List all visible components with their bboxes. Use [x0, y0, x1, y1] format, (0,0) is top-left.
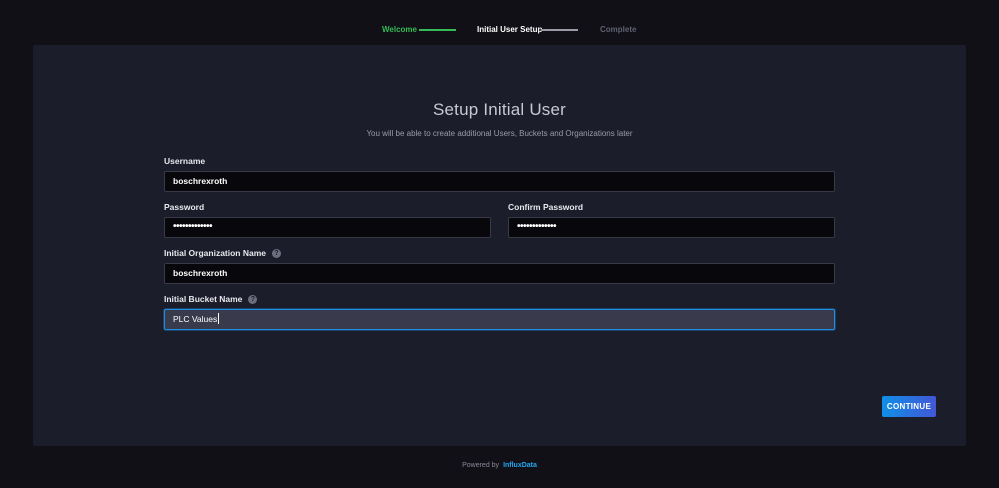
setup-stepper: Welcome Initial User Setup Complete — [0, 0, 999, 45]
bucket-name-label: Initial Bucket Name ? — [164, 294, 258, 304]
password-input[interactable]: ••••••••••••• — [164, 217, 491, 238]
page-subtitle: You will be able to create additional Us… — [366, 129, 633, 138]
step-initial-user-setup: Initial User Setup — [477, 25, 543, 34]
org-name-help-icon[interactable]: ? — [272, 248, 282, 258]
footer: Powered by InfluxData — [0, 462, 999, 469]
setup-panel: Setup Initial User You will be able to c… — [33, 45, 966, 446]
org-name-label: Initial Organization Name ? — [164, 248, 282, 258]
page-title: Setup Initial User — [432, 100, 567, 119]
username-label-text: Username — [164, 156, 206, 166]
influxdata-link[interactable]: InfluxData — [503, 462, 537, 469]
username-input[interactable]: boschrexroth — [164, 171, 835, 192]
bucket-name-input[interactable]: PLC Values — [164, 309, 835, 330]
confirm-password-label: Confirm Password — [508, 202, 583, 212]
step-connector-1 — [419, 29, 456, 31]
text-caret — [218, 313, 220, 325]
bucket-name-help-icon[interactable]: ? — [248, 294, 258, 304]
username-label: Username — [164, 156, 205, 166]
step-connector-2 — [541, 29, 578, 31]
org-name-label-text: Initial Organization Name — [164, 248, 267, 258]
confirm-password-label-text: Confirm Password — [508, 202, 584, 212]
bucket-name-value: PLC Values — [173, 314, 218, 324]
password-label: Password — [164, 202, 204, 212]
bucket-name-label-text: Initial Bucket Name — [164, 294, 243, 304]
step-complete: Complete — [600, 25, 637, 34]
confirm-password-input[interactable]: ••••••••••••• — [508, 217, 835, 238]
continue-button[interactable]: CONTINUE — [882, 396, 936, 417]
org-name-input[interactable]: boschrexroth — [164, 263, 835, 284]
password-label-text: Password — [164, 202, 205, 212]
step-welcome: Welcome — [382, 25, 417, 34]
powered-by-text: Powered by — [462, 462, 500, 469]
